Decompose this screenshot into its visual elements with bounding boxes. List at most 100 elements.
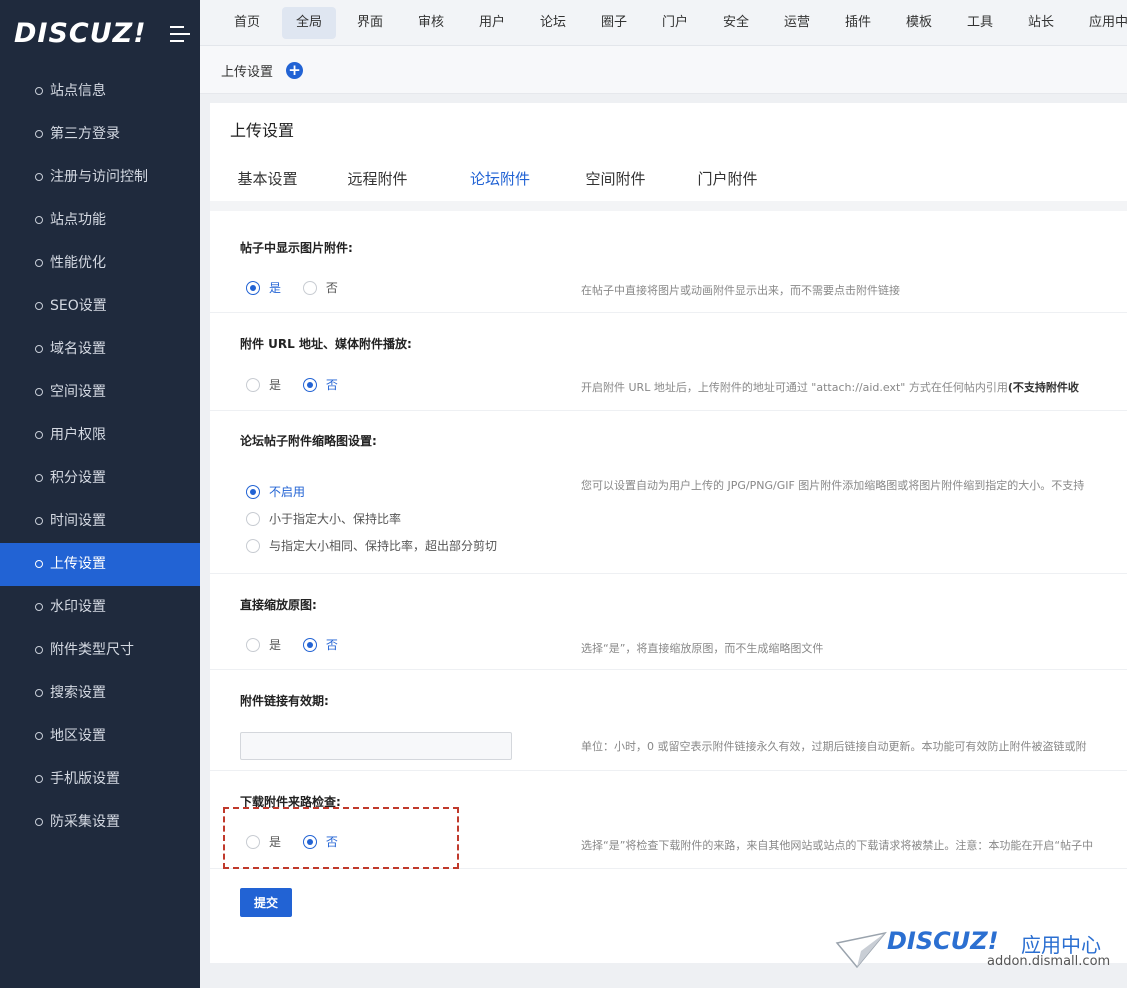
radio-yes[interactable] <box>246 377 260 392</box>
circle-icon <box>35 732 43 740</box>
sidebar-item-upload[interactable]: 上传设置 <box>0 543 200 586</box>
tab-plugins[interactable]: 插件 <box>831 7 885 39</box>
add-icon[interactable]: + <box>286 62 303 79</box>
circle-icon <box>35 259 43 267</box>
menu-toggle-icon[interactable] <box>170 26 190 46</box>
app-center-logo: DISCUZ! 应用中心 addon.dismall.com <box>835 925 1115 975</box>
setting-hint: 选择“是”将检查下载附件的来路，来自其他网站或站点的下载请求将被禁止。注意：本功… <box>581 839 1094 852</box>
sidebar-item-third-party-login[interactable]: 第三方登录 <box>0 113 200 156</box>
sidebar-item-anti-scrape[interactable]: 防采集设置 <box>0 801 200 844</box>
sidebar-item-register-access[interactable]: 注册与访问控制 <box>0 156 200 199</box>
tab-home[interactable]: 首页 <box>220 7 274 39</box>
radio-no[interactable] <box>302 377 317 392</box>
circle-icon <box>35 130 43 138</box>
tab-security[interactable]: 安全 <box>709 7 763 39</box>
radio-smaller-label: 小于指定大小、保持比率 <box>269 512 402 526</box>
radio-no[interactable] <box>302 637 317 652</box>
radio-crop-label: 与指定大小相同、保持比率，超出部分剪切 <box>269 539 498 553</box>
radio-yes[interactable] <box>246 637 260 652</box>
radio-option-disabled: 不启用 <box>246 483 323 500</box>
radio-no-label: 否 <box>325 378 338 392</box>
tab-portal[interactable]: 门户 <box>648 7 702 39</box>
page-title: 上传设置 <box>230 121 295 140</box>
tab-templates[interactable]: 模板 <box>892 7 946 39</box>
circle-icon <box>35 345 43 353</box>
setting-hint: 您可以设置自动为用户上传的 JPG/PNG/GIF 图片附件添加缩略图或将图片附… <box>581 479 1085 492</box>
sidebar-item-performance[interactable]: 性能优化 <box>0 242 200 285</box>
circle-icon <box>35 474 43 482</box>
sidebar-item-site-info[interactable]: 站点信息 <box>0 70 200 113</box>
paper-plane-icon <box>835 931 887 969</box>
tab-review[interactable]: 审核 <box>404 7 458 39</box>
radio-no[interactable] <box>302 280 317 295</box>
app-center-brand: DISCUZ! <box>887 927 999 955</box>
sidebar-item-credits[interactable]: 积分设置 <box>0 457 200 500</box>
tab-remote-attachments[interactable]: 远程附件 <box>340 161 415 203</box>
sidebar-item-time[interactable]: 时间设置 <box>0 500 200 543</box>
tab-webmaster[interactable]: 站长 <box>1014 7 1068 39</box>
tab-users[interactable]: 用户 <box>465 7 519 39</box>
radio-crop[interactable] <box>246 538 260 553</box>
sidebar: DISCUZ! 站点信息 第三方登录 注册与访问控制 站点功能 性能优化 SEO… <box>0 0 200 988</box>
circle-icon <box>35 646 43 654</box>
circle-icon <box>35 302 43 310</box>
tab-portal-attachments[interactable]: 门户附件 <box>690 161 765 203</box>
radio-yes-label: 是 <box>269 281 282 295</box>
radio-group: 是 否 <box>246 279 356 296</box>
tab-global[interactable]: 全局 <box>282 7 337 39</box>
radio-yes[interactable] <box>246 280 260 295</box>
tab-interface[interactable]: 界面 <box>343 7 397 39</box>
radio-option-crop: 与指定大小相同、保持比率，超出部分剪切 <box>246 537 515 554</box>
radio-disabled-label: 不启用 <box>269 485 306 499</box>
sidebar-item-space[interactable]: 空间设置 <box>0 371 200 414</box>
setting-thumbnail: 论坛帖子附件缩略图设置: 不启用 小于指定大小、保持比率 与指定大小相同、保持比… <box>210 411 1127 574</box>
setting-title: 帖子中显示图片附件: <box>240 241 353 255</box>
radio-smaller[interactable] <box>246 511 260 526</box>
sidebar-nav: 站点信息 第三方登录 注册与访问控制 站点功能 性能优化 SEO设置 域名设置 … <box>0 70 200 844</box>
divider <box>210 201 1127 211</box>
sidebar-item-search[interactable]: 搜索设置 <box>0 672 200 715</box>
radio-disabled[interactable] <box>246 484 260 499</box>
sidebar-item-mobile[interactable]: 手机版设置 <box>0 758 200 801</box>
sidebar-item-attachment-types[interactable]: 附件类型尺寸 <box>0 629 200 672</box>
radio-group: 是 否 <box>246 636 356 653</box>
breadcrumb-label: 上传设置 <box>221 65 274 80</box>
circle-icon <box>35 775 43 783</box>
highlight-box <box>223 807 459 869</box>
tab-tools[interactable]: 工具 <box>953 7 1007 39</box>
radio-group: 是 否 <box>246 376 356 393</box>
sidebar-item-domain[interactable]: 域名设置 <box>0 328 200 371</box>
radio-no-label: 否 <box>325 281 338 295</box>
breadcrumb: 上传设置 + <box>200 46 1127 94</box>
setting-hint: 选择“是”，将直接缩放原图，而不生成缩略图文件 <box>581 642 824 655</box>
tab-app-center[interactable]: 应用中心 <box>1075 7 1127 39</box>
sidebar-item-seo[interactable]: SEO设置 <box>0 285 200 328</box>
tab-operations[interactable]: 运营 <box>770 7 824 39</box>
circle-icon <box>35 818 43 826</box>
sidebar-item-site-features[interactable]: 站点功能 <box>0 199 200 242</box>
submit-button[interactable]: 提交 <box>240 888 292 917</box>
setting-hint: 在帖子中直接将图片或动画附件显示出来，而不需要点击附件链接 <box>581 284 900 297</box>
setting-hint: 单位：小时，0 或留空表示附件链接永久有效，过期后链接自动更新。本功能可有效防止… <box>581 740 1087 753</box>
top-nav: 首页 全局 界面 审核 用户 论坛 圈子 门户 安全 运营 插件 模板 工具 站… <box>200 0 1127 46</box>
tab-basic-settings[interactable]: 基本设置 <box>230 161 305 203</box>
tab-space-attachments[interactable]: 空间附件 <box>578 161 653 203</box>
tab-forum[interactable]: 论坛 <box>526 7 580 39</box>
radio-yes-label: 是 <box>269 638 282 652</box>
setting-show-image-attachments: 帖子中显示图片附件: 是 否 在帖子中直接将图片或动画附件显示出来，而不需要点击… <box>210 213 1127 313</box>
sidebar-item-user-permissions[interactable]: 用户权限 <box>0 414 200 457</box>
sidebar-item-watermark[interactable]: 水印设置 <box>0 586 200 629</box>
discuz-logo: DISCUZ! <box>14 18 147 49</box>
radio-option-smaller: 小于指定大小、保持比率 <box>246 510 419 527</box>
tab-forum-attachments[interactable]: 论坛附件 <box>452 161 548 203</box>
setting-attachment-url: 附件 URL 地址、媒体附件播放: 是 否 开启附件 URL 地址后，上传附件的… <box>210 313 1127 411</box>
setting-title: 附件 URL 地址、媒体附件播放: <box>240 337 412 351</box>
setting-link-expiry: 附件链接有效期: 单位：小时，0 或留空表示附件链接永久有效，过期后链接自动更新… <box>210 670 1127 771</box>
circle-icon <box>35 431 43 439</box>
circle-icon <box>35 689 43 697</box>
link-expiry-input[interactable] <box>240 732 512 760</box>
setting-hint: 开启附件 URL 地址后，上传附件的地址可通过 "attach://aid.ex… <box>581 381 1079 394</box>
tab-groups[interactable]: 圈子 <box>587 7 641 39</box>
sidebar-item-region[interactable]: 地区设置 <box>0 715 200 758</box>
setting-title: 直接缩放原图: <box>240 598 317 612</box>
